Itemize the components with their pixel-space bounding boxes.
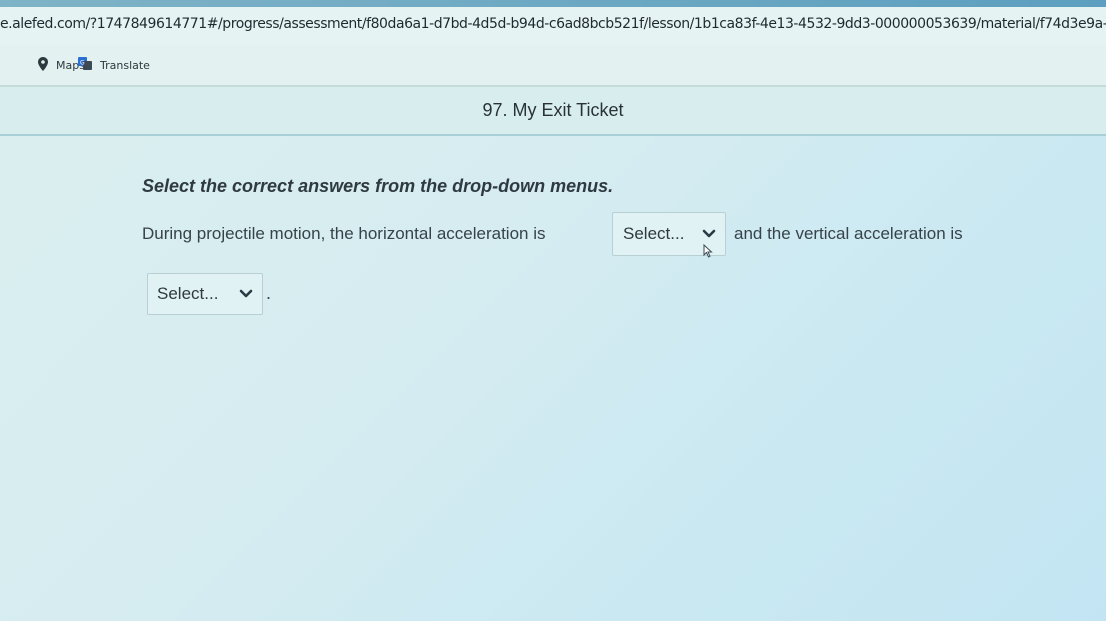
map-pin-icon <box>38 56 48 74</box>
browser-top-strip <box>0 0 1106 7</box>
question-text-part-2: and the vertical acceleration is <box>734 224 963 243</box>
bookmark-translate-label: Translate <box>100 58 150 72</box>
question-text-part-1: During projectile motion, the horizontal… <box>142 224 546 243</box>
question-text-end-period: . <box>266 283 272 303</box>
mouse-cursor-icon <box>703 243 713 262</box>
dropdown-selected-value: Select... <box>157 284 219 303</box>
dropdown-selected-value: Select... <box>623 224 685 243</box>
vertical-acceleration-dropdown[interactable]: Select... <box>147 273 263 315</box>
bookmarks-bar: Maps G Translate <box>0 45 1106 87</box>
page-header: 97. My Exit Ticket <box>0 87 1106 136</box>
page-title: 97. My Exit Ticket <box>482 100 624 120</box>
address-bar[interactable]: e.alefed.com/?1747849614771#/progress/as… <box>0 7 1106 45</box>
chevron-down-icon <box>236 284 256 304</box>
svg-text:G: G <box>80 60 85 67</box>
question-instructions: Select the correct answers from the drop… <box>142 176 614 196</box>
translate-icon: G <box>78 57 92 73</box>
chevron-down-icon <box>699 224 719 244</box>
address-bar-url[interactable]: e.alefed.com/?1747849614771#/progress/as… <box>0 16 1106 32</box>
bookmark-translate[interactable]: G Translate <box>78 57 150 73</box>
